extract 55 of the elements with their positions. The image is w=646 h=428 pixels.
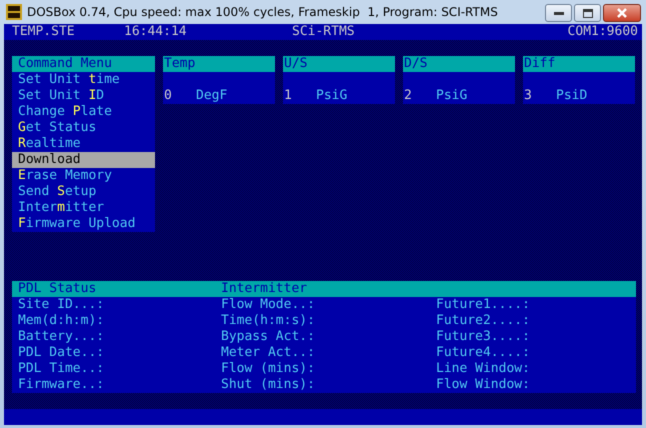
- pdl-subtitle: Intermitter: [221, 281, 308, 297]
- channel-title: Diff: [523, 56, 635, 72]
- field-label: Bypass Act.:: [221, 329, 316, 345]
- close-button[interactable]: [603, 4, 641, 22]
- app-icon: [6, 4, 22, 20]
- program-name: SCi-RTMS: [292, 24, 355, 40]
- port-setting: COM1:9600: [568, 24, 638, 40]
- pdl-title: PDL Status: [18, 281, 98, 297]
- menu-item[interactable]: Intermitter: [12, 200, 155, 216]
- channel-number: 0: [163, 88, 173, 104]
- field-label: Future3....:: [436, 329, 531, 345]
- field-label: Meter Act..:: [221, 345, 316, 361]
- menu-item[interactable]: Change Plate: [12, 104, 155, 120]
- field-label: PDL Time..:: [18, 361, 106, 377]
- menu-title: Command Menu: [12, 56, 155, 72]
- maximize-button[interactable]: [574, 4, 601, 22]
- minimize-icon: [554, 11, 564, 15]
- channel-title: Temp: [163, 56, 275, 72]
- channel-title: U/S: [283, 56, 395, 72]
- channel-number: 2: [403, 88, 413, 104]
- menu-item[interactable]: Download: [12, 152, 155, 168]
- menu-item[interactable]: Set Unit time: [12, 72, 155, 88]
- channel-unit: DegF: [196, 88, 228, 104]
- menu-item[interactable]: Realtime: [12, 136, 155, 152]
- field-label: Future4....:: [436, 345, 531, 361]
- field-label: Time(h:m:s):: [221, 313, 316, 329]
- menu-item[interactable]: Set Unit ID: [12, 88, 155, 104]
- minimize-button[interactable]: [545, 4, 572, 22]
- channel-number: 3: [523, 88, 533, 104]
- field-label: Future1....:: [436, 297, 531, 313]
- field-label: Firmware..:: [18, 377, 106, 393]
- field-label: Site ID...:: [18, 297, 106, 313]
- menu-item[interactable]: Firmware Upload: [12, 216, 155, 232]
- menu-item[interactable]: Send Setup: [12, 184, 155, 200]
- field-label: Future2....:: [436, 313, 531, 329]
- channel-unit: PsiG: [436, 88, 468, 104]
- field-label: Mem(d:h:m):: [18, 313, 106, 329]
- channel-unit: PsiG: [316, 88, 348, 104]
- field-label: Flow (mins):: [221, 361, 316, 377]
- field-label: Line Window:: [436, 361, 531, 377]
- field-label: Battery...:: [18, 329, 106, 345]
- file-name: TEMP.STE: [12, 24, 75, 40]
- field-label: Flow Mode..:: [221, 297, 316, 313]
- clock-time: 16:44:14: [124, 24, 187, 40]
- channel-title: D/S: [403, 56, 515, 72]
- field-label: Shut (mins):: [221, 377, 316, 393]
- maximize-icon: [582, 8, 592, 18]
- window-title: DOSBox 0.74, Cpu speed: max 100% cycles, Frameskip 1, Program: SCI-RTMS: [27, 5, 499, 19]
- menu-item[interactable]: Erase Memory: [12, 168, 155, 184]
- field-label: Flow Window:: [436, 377, 531, 393]
- channel-unit: PsiD: [556, 88, 588, 104]
- menu-item[interactable]: Get Status: [12, 120, 155, 136]
- channel-number: 1: [283, 88, 293, 104]
- field-label: PDL Date..:: [18, 345, 106, 361]
- close-icon: [616, 8, 628, 18]
